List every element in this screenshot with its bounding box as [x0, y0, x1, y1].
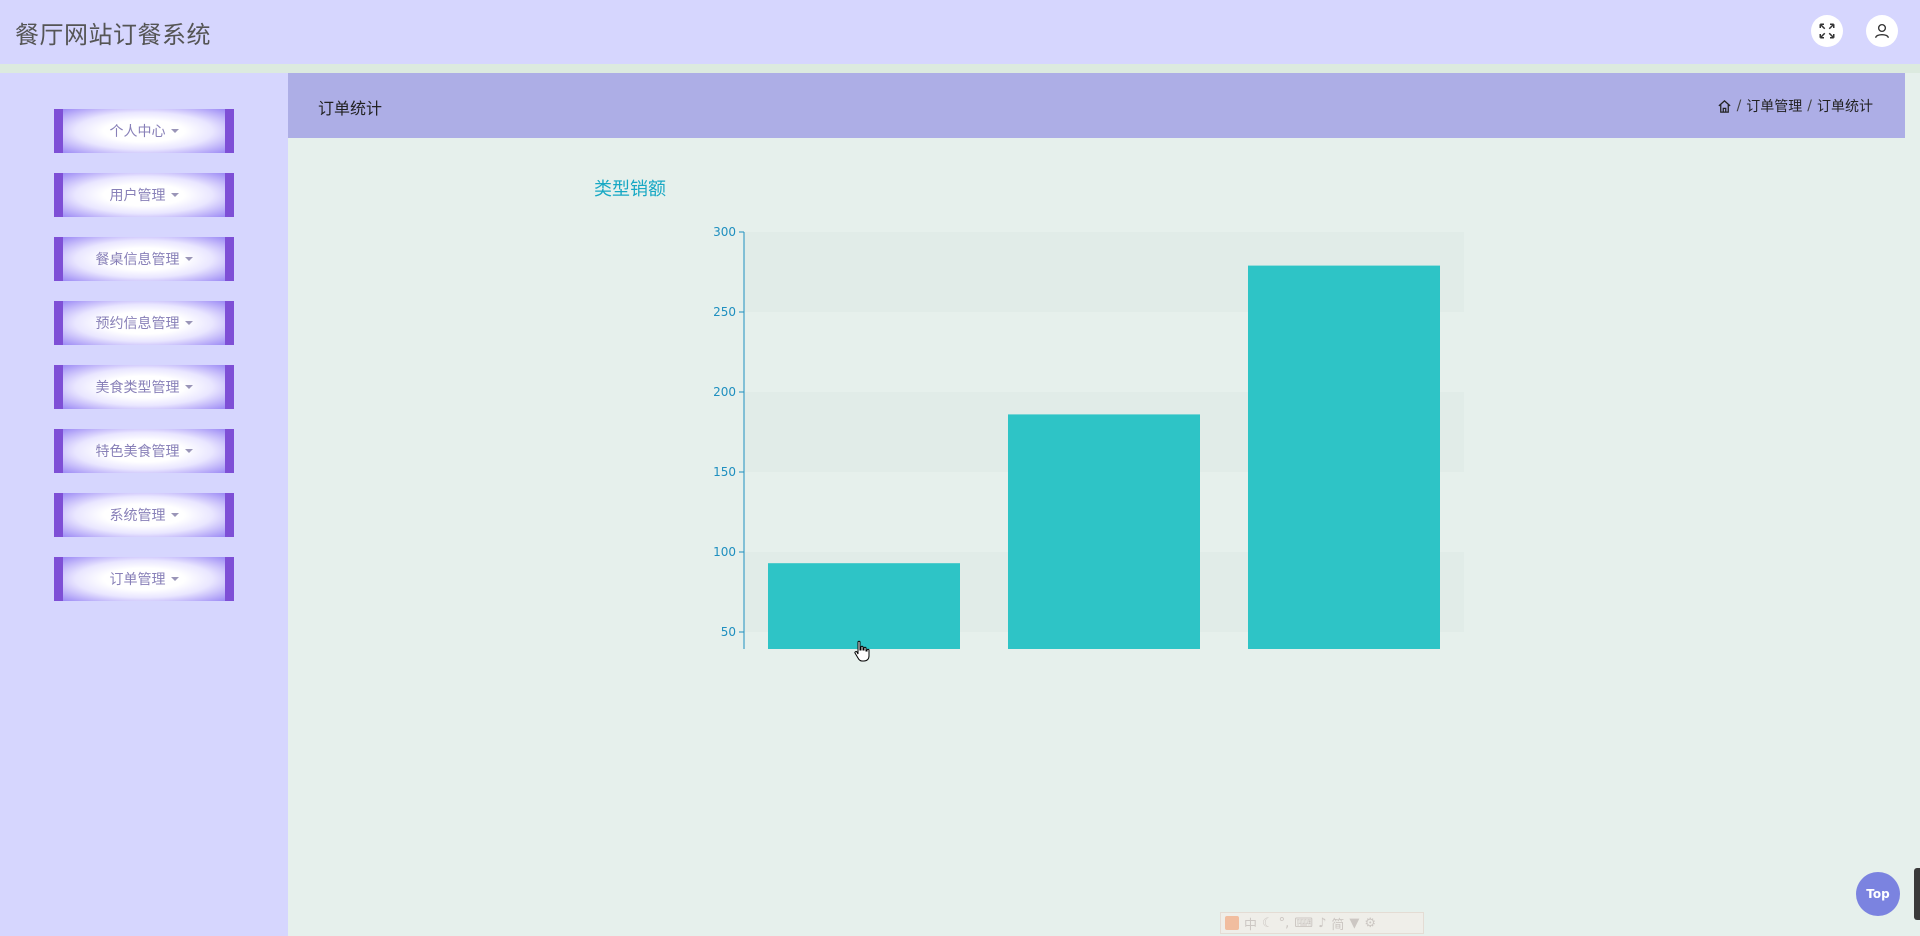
page-title: 订单统计: [318, 99, 383, 118]
sidebar-item-label: 餐桌信息管理: [95, 252, 180, 268]
sidebar-item-label: 个人中心: [109, 124, 166, 140]
fullscreen-icon: [1819, 23, 1835, 39]
y-tick-label: 100: [713, 545, 736, 559]
mouse-cursor-icon: [854, 640, 870, 662]
sidebar-item-label: 特色美食管理: [95, 444, 180, 460]
side-handle[interactable]: [1914, 868, 1920, 920]
breadcrumb-separator: /: [1736, 98, 1742, 114]
bar: [1008, 414, 1200, 649]
sidebar-item-label: 订单管理: [109, 572, 166, 588]
y-tick-label: 250: [713, 305, 736, 319]
caret-down-icon: [184, 321, 193, 325]
y-tick-label: 50: [721, 625, 736, 639]
ime-toolbar: 中 ☾ °, ⌨ ♪ 简 ▼ ⚙: [1220, 912, 1424, 934]
keyboard-icon: ⌨: [1294, 915, 1314, 931]
caret-down-icon: [170, 513, 179, 517]
caret-down-icon: [170, 577, 179, 581]
fullscreen-button[interactable]: [1811, 15, 1843, 47]
sidebar-item-reservation-info[interactable]: 预约信息管理: [54, 301, 234, 345]
breadcrumb-separator: /: [1807, 98, 1812, 114]
sidebar-item-food-type[interactable]: 美食类型管理: [54, 365, 234, 409]
main-content: 订单统计 / 订单管理 / 订单统计 类型销额 0501001502002503…: [288, 73, 1920, 936]
sidebar-item-system[interactable]: 系统管理: [54, 493, 234, 537]
ime-simplified-mode: 简: [1331, 917, 1345, 933]
caret-down-icon: [184, 449, 193, 453]
gear-icon: ⚙: [1364, 915, 1377, 931]
y-tick-label: 200: [713, 385, 736, 399]
punctuation-icon: °,: [1278, 915, 1290, 931]
sidebar-item-personal-center[interactable]: 个人中心: [54, 109, 234, 153]
user-button[interactable]: [1866, 15, 1898, 47]
header-divider: [0, 64, 1920, 73]
sidebar-item-label: 用户管理: [109, 188, 166, 204]
ime-logo-icon: [1225, 916, 1239, 930]
breadcrumb: / 订单管理 / 订单统计: [1717, 96, 1873, 116]
home-icon[interactable]: [1717, 99, 1732, 114]
caret-down-icon: [170, 193, 179, 197]
caret-down-icon: [184, 385, 193, 389]
sidebar-item-label: 美食类型管理: [95, 380, 180, 396]
sidebar-item-table-info[interactable]: 餐桌信息管理: [54, 237, 234, 281]
bar: [1248, 265, 1440, 649]
user-icon: [1874, 23, 1890, 39]
breadcrumb-item: 订单统计: [1817, 99, 1873, 115]
app-title: 餐厅网站订餐系统: [15, 21, 211, 49]
sidebar-item-label: 预约信息管理: [95, 316, 180, 332]
sidebar-item-special-food[interactable]: 特色美食管理: [54, 429, 234, 473]
top-header: 餐厅网站订餐系统: [0, 0, 1920, 64]
scroll-top-button[interactable]: Top: [1856, 872, 1900, 916]
caret-down-icon: [170, 129, 179, 133]
sidebar-item-label: 系统管理: [109, 508, 166, 524]
y-tick-label: 300: [713, 225, 736, 239]
sidebar-item-user-management[interactable]: 用户管理: [54, 173, 234, 217]
ime-chinese-mode: 中: [1244, 917, 1258, 933]
bar-chart: 050100150200250300美食类型1美食类型2美食类型3: [713, 225, 1464, 649]
page-header-bar: 订单统计 / 订单管理 / 订单统计: [288, 73, 1905, 138]
breadcrumb-item[interactable]: 订单管理: [1746, 96, 1802, 116]
y-tick-label: 150: [713, 465, 736, 479]
sidebar-item-orders[interactable]: 订单管理: [54, 557, 234, 601]
skin-icon: ▼: [1349, 915, 1360, 931]
caret-down-icon: [184, 257, 193, 261]
microphone-icon: ♪: [1318, 915, 1327, 931]
moon-icon: ☾: [1262, 915, 1274, 931]
bar: [768, 563, 960, 649]
sidebar: 个人中心 用户管理 餐桌信息管理 预约信息管理 美食类型管理 特色美食管理 系统…: [0, 73, 288, 936]
